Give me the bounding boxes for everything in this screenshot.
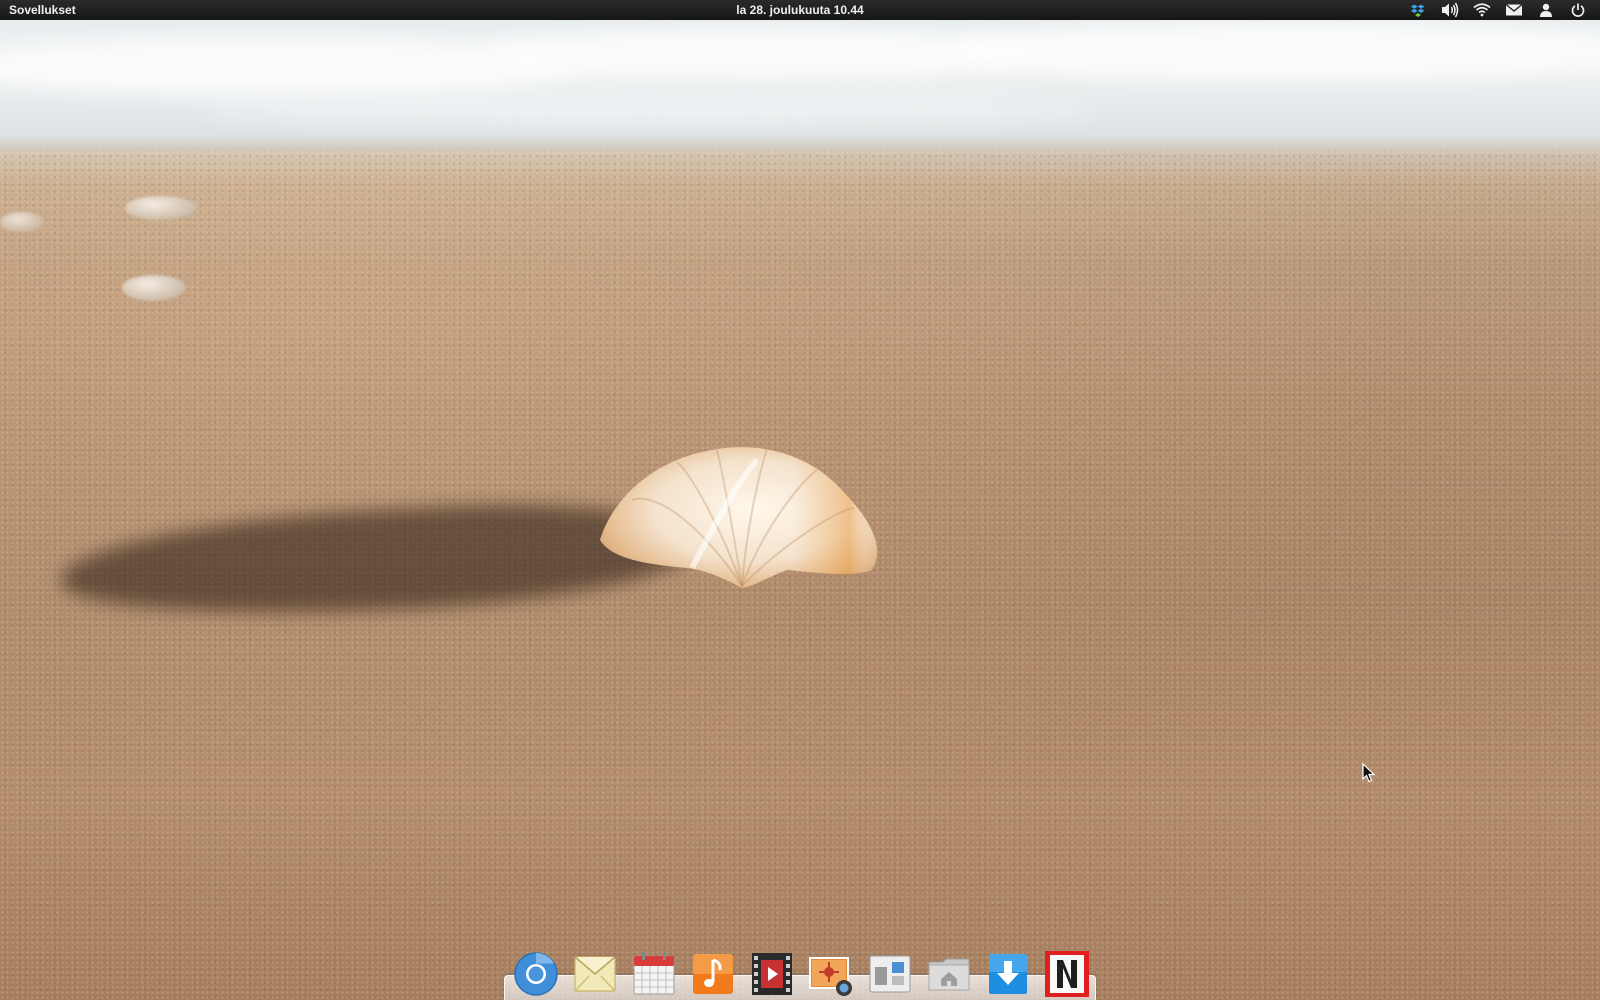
applications-menu-label: Sovellukset (9, 3, 76, 17)
dock-item-chromium[interactable] (512, 950, 560, 998)
top-panel: Sovellukset la 28. joulukuuta 10.44 (0, 0, 1600, 20)
settings-icon (869, 955, 911, 993)
power-icon (1571, 3, 1585, 17)
dock-item-system-settings[interactable] (866, 950, 914, 998)
indicator-area (1402, 0, 1594, 20)
datetime-indicator: la 28. joulukuuta 10.44 (0, 0, 1600, 20)
dock-item-calendar[interactable] (630, 950, 678, 998)
dock-item-netflix[interactable] (1043, 950, 1091, 998)
dock-item-files[interactable] (925, 950, 973, 998)
dock-item-music[interactable] (689, 950, 737, 998)
wifi-icon (1473, 3, 1491, 17)
desktop[interactable]: Sovellukset la 28. joulukuuta 10.44 (0, 0, 1600, 1000)
network-indicator[interactable] (1466, 0, 1498, 20)
dock (504, 946, 1096, 1000)
music-icon (693, 954, 733, 994)
messaging-indicator[interactable] (1498, 0, 1530, 20)
mail-icon (1505, 3, 1523, 16)
netflix-icon (1045, 951, 1089, 997)
calendar-icon (633, 952, 675, 995)
user-icon (1540, 3, 1552, 17)
home-folder-icon (928, 958, 970, 991)
power-indicator[interactable] (1562, 0, 1594, 20)
dropbox-icon (1410, 4, 1425, 17)
mail-icon (574, 956, 616, 992)
dock-item-mail[interactable] (571, 950, 619, 998)
wallpaper (0, 0, 1600, 1000)
session-user-indicator[interactable] (1530, 0, 1562, 20)
seashell-image (600, 447, 878, 588)
clock-label[interactable]: la 28. joulukuuta 10.44 (736, 3, 863, 17)
sound-indicator[interactable] (1434, 0, 1466, 20)
dock-item-software-center[interactable] (984, 950, 1032, 998)
dock-item-videos[interactable] (748, 950, 796, 998)
photos-icon (809, 957, 852, 996)
dock-item-photos[interactable] (807, 950, 855, 998)
dropbox-indicator[interactable] (1402, 0, 1434, 20)
download-icon (989, 954, 1027, 994)
applications-menu[interactable]: Sovellukset (9, 0, 76, 20)
mouse-cursor (1362, 763, 1376, 783)
video-icon (752, 953, 792, 995)
volume-icon (1442, 2, 1459, 18)
chrome-icon (514, 952, 558, 996)
